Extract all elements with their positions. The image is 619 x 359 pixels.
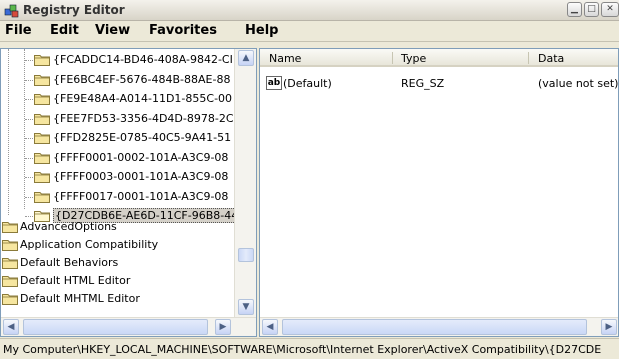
window-title: Registry Editor [23, 3, 125, 17]
arrow-down-icon: ▼ [242, 302, 250, 312]
folder-icon [34, 152, 50, 164]
value-type: REG_SZ [401, 77, 445, 90]
column-header-name[interactable]: Name [269, 52, 301, 65]
scroll-right-button[interactable]: ▶ [601, 319, 617, 335]
close-button[interactable]: ✕ [601, 2, 619, 17]
tree-item[interactable]: {FCADDC14-BD46-408A-9842-CI [1, 52, 233, 69]
scroll-down-button[interactable]: ▼ [238, 299, 254, 315]
minimize-button[interactable]: ▁ [567, 2, 582, 17]
tree-connector [25, 118, 33, 120]
tree-item[interactable]: Default Behaviors [1, 255, 233, 272]
folder-icon [2, 239, 18, 251]
tree-item-label: {FFFF0001-0002-101A-A3C9-08 [53, 150, 229, 164]
column-header-type[interactable]: Type [401, 52, 426, 65]
tree-item-label: Default MHTML Editor [20, 292, 140, 305]
folder-icon [34, 113, 50, 125]
tree-item-label: Application Compatibility [20, 238, 159, 251]
tree-item[interactable]: AdvancedOptions [1, 219, 233, 236]
tree-scroll-thumb[interactable] [238, 248, 254, 262]
tree-item[interactable]: Default MHTML Editor [1, 291, 233, 308]
list-horizontal-scrollbar[interactable]: ◀ ▶ [260, 317, 618, 336]
arrow-right-icon: ▶ [219, 322, 227, 332]
tree-connector [25, 177, 33, 178]
tree-connector [25, 196, 33, 198]
scroll-left-button[interactable]: ◀ [262, 319, 278, 335]
tree-connector [25, 60, 33, 61]
menu-edit[interactable]: Edit [50, 23, 79, 38]
arrow-right-icon: ▶ [605, 322, 613, 332]
maximize-icon: □ [587, 4, 596, 14]
tree-item-label: Default Behaviors [20, 256, 119, 269]
tree-item-label: {FE6BC4EF-5676-484B-88AE-88 [53, 72, 231, 86]
folder-icon [2, 221, 18, 233]
folder-icon [2, 257, 18, 269]
folder-icon [34, 74, 50, 86]
folder-icon [34, 93, 50, 105]
value-name: (Default) [283, 77, 332, 90]
tree-item[interactable]: Application Compatibility [1, 237, 233, 254]
menu-view[interactable]: View [95, 23, 130, 38]
folder-icon [34, 171, 50, 183]
folder-icon [34, 191, 50, 203]
scroll-left-button[interactable]: ◀ [3, 319, 19, 335]
value-row[interactable]: ab (Default) REG_SZ (value not set) [260, 76, 618, 93]
tree-item[interactable]: {FFFF0001-0002-101A-A3C9-08 [1, 150, 233, 167]
tree-hscroll-thumb[interactable] [23, 319, 208, 335]
arrow-up-icon: ▲ [242, 53, 250, 63]
tree-item-label: {FEE7FD53-3356-4D4D-8978-2C [53, 111, 234, 125]
minimize-icon: ▁ [571, 4, 578, 14]
maximize-button[interactable]: □ [584, 2, 599, 17]
tree-item-label: Default HTML Editor [20, 274, 131, 287]
tree-item[interactable]: {FE6BC4EF-5676-484B-88AE-88 [1, 72, 233, 89]
arrow-left-icon: ◀ [7, 322, 15, 332]
tree-connector [25, 79, 33, 81]
tree-item[interactable]: {FFFF0017-0001-101A-A3C9-08 [1, 189, 233, 206]
folder-icon [2, 293, 18, 305]
tree-item-label: {FFD2825E-0785-40C5-9A41-51 [53, 131, 232, 144]
tree-vertical-scrollbar[interactable]: ▲ ▼ [234, 49, 256, 317]
value-data: (value not set) [538, 77, 619, 90]
tree-item[interactable]: {FEE7FD53-3356-4D4D-8978-2C [1, 111, 234, 128]
arrow-left-icon: ◀ [266, 322, 274, 332]
tree-item-label: {FFFF0017-0001-101A-A3C9-08 [53, 189, 229, 203]
folder-icon [2, 275, 18, 287]
list-hscroll-thumb[interactable] [282, 319, 587, 335]
tree-item-label: {FE9E48A4-A014-11D1-855C-00 [53, 92, 233, 105]
tree-connector [25, 99, 33, 100]
folder-icon [34, 54, 50, 66]
title-bar: Registry Editor ▁ □ ✕ [0, 0, 619, 21]
values-list-pane[interactable]: Name Type Data ab (Default) REG_SZ (valu… [259, 48, 619, 337]
tree-connector [25, 157, 33, 159]
tree-item-label: {FCADDC14-BD46-408A-9842-CI [53, 53, 233, 66]
registry-editor-icon [4, 4, 19, 18]
tree-item[interactable]: Default HTML Editor [1, 273, 233, 290]
scroll-right-button[interactable]: ▶ [215, 319, 231, 335]
menu-help[interactable]: Help [245, 23, 278, 38]
column-header-data[interactable]: Data [538, 52, 564, 65]
tree-item[interactable]: {FFD2825E-0785-40C5-9A41-51 [1, 130, 233, 147]
column-divider[interactable] [392, 52, 393, 64]
key-tree-pane[interactable]: {FCADDC14-BD46-408A-9842-CI {FE6BC4EF-567… [0, 48, 257, 337]
close-icon: ✕ [606, 4, 614, 14]
tree-item[interactable]: {FE9E48A4-A014-11D1-855C-00 [1, 91, 233, 108]
list-header: Name Type Data [260, 49, 618, 67]
tree-item-label: {FFFF0003-0001-101A-A3C9-08 [53, 170, 229, 183]
current-key-path: My Computer\HKEY_LOCAL_MACHINE\SOFTWARE\… [3, 343, 602, 356]
string-value-icon: ab [266, 76, 282, 90]
tree-item-label: AdvancedOptions [20, 220, 117, 233]
column-divider[interactable] [528, 52, 529, 64]
menu-bar: File Edit View Favorites Help [0, 21, 619, 42]
tree-connector [25, 138, 33, 139]
status-bar: My Computer\HKEY_LOCAL_MACHINE\SOFTWARE\… [0, 338, 619, 359]
tree-horizontal-scrollbar[interactable]: ◀ ▶ [1, 317, 256, 336]
tree-connector [25, 216, 33, 217]
scroll-up-button[interactable]: ▲ [238, 50, 254, 66]
folder-icon [34, 132, 50, 144]
tree-item[interactable]: {FFFF0003-0001-101A-A3C9-08 [1, 169, 233, 186]
menu-favorites[interactable]: Favorites [149, 23, 217, 38]
menu-file[interactable]: File [5, 23, 32, 38]
